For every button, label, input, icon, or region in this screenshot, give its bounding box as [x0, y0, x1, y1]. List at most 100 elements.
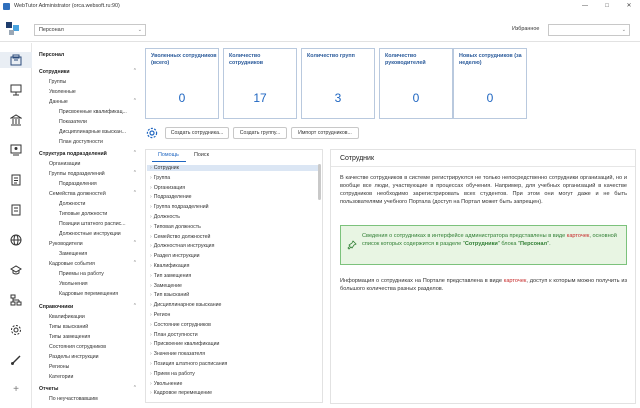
help-list-item[interactable]: › Состояние сотрудников: [150, 322, 211, 328]
help-list-item[interactable]: › Квалификация: [150, 263, 189, 269]
help-list-item[interactable]: › Раздел инструкции: [150, 253, 200, 259]
tree-item-penalty-types[interactable]: Типы взысканий: [49, 324, 88, 330]
tree-item-instruction-sections[interactable]: Разделы инструкции: [49, 354, 99, 360]
cards-link[interactable]: карточек: [567, 233, 590, 239]
stat-card-new-employees[interactable]: Новых сотрудников (за неделю) 0: [453, 48, 527, 119]
cards-link-2[interactable]: карточек: [504, 278, 527, 284]
tree-item-indicators[interactable]: Показатели: [59, 119, 87, 125]
help-list-item-label: Присвоение квалификации: [153, 341, 220, 348]
help-list-item[interactable]: › Типовая должность: [150, 224, 201, 230]
maximize-icon[interactable]: □: [596, 0, 618, 12]
minimize-icon[interactable]: —: [574, 0, 596, 12]
tree-item-nonparticipants[interactable]: По неучастовавшим: [49, 396, 98, 402]
chevron-up-icon[interactable]: ⌃: [133, 303, 137, 309]
stat-card-managers[interactable]: Количество руководителей 0: [379, 48, 453, 119]
tree-group-position-families[interactable]: Семейства должностей: [49, 191, 106, 197]
tree-section-employees[interactable]: Сотрудники: [39, 69, 70, 75]
tree-item-typical-positions[interactable]: Типовые должности: [59, 211, 107, 217]
help-list-item[interactable]: › Тип замещения: [150, 273, 191, 279]
tree-group-subdivision-groups[interactable]: Группы подразделений: [49, 171, 105, 177]
create-group-button[interactable]: Создать группу...: [233, 127, 287, 139]
tree-item-dismissed[interactable]: Уволенные: [49, 89, 76, 95]
tree-group-managers[interactable]: Руководители: [49, 241, 83, 247]
personnel-block-link[interactable]: Персонал: [520, 241, 547, 247]
rail-monitor-user-icon[interactable]: [7, 142, 25, 158]
rail-settings-icon[interactable]: [7, 322, 25, 338]
tree-section-reports[interactable]: Отчеты: [39, 386, 58, 392]
tab-help[interactable]: Помощь: [158, 152, 179, 158]
stat-card-groups[interactable]: Количество групп 3: [301, 48, 375, 119]
tree-item-subdivisions[interactable]: Подразделения: [59, 181, 97, 187]
help-list-item[interactable]: › Увольнение: [150, 381, 182, 387]
tree-item-disciplinary[interactable]: Дисциплинарные взыскан...: [59, 129, 126, 135]
rail-document-icon[interactable]: [7, 202, 25, 218]
help-list-item[interactable]: › Семейство должностей: [150, 234, 210, 240]
import-employees-button[interactable]: Импорт сотрудников...: [291, 127, 359, 139]
tree-item-employee-states[interactable]: Состояния сотрудников: [49, 344, 106, 350]
chevron-up-icon[interactable]: ⌃: [133, 385, 137, 391]
stat-card-dismissed[interactable]: Уволенных сотрудников (всего) 0: [145, 48, 219, 119]
help-list-item[interactable]: › Позиция штатного расписания: [150, 361, 227, 367]
help-list-item[interactable]: › Группа подразделений: [150, 204, 209, 210]
help-list-item[interactable]: › Кадровое перемещение: [150, 390, 212, 396]
tree-section-structure[interactable]: Структура подразделений: [39, 151, 107, 157]
help-list-item[interactable]: › Тип взысканий: [150, 292, 189, 298]
favorites-select[interactable]: ⌄: [548, 24, 630, 36]
rail-graduation-cap-icon[interactable]: [7, 262, 25, 278]
stat-card-employees[interactable]: Количество сотрудников 17: [223, 48, 297, 119]
scrollbar[interactable]: [318, 164, 321, 200]
tree-item-regions[interactable]: Регионы: [49, 364, 69, 370]
close-icon[interactable]: ✕: [618, 0, 640, 12]
tree-item-staff-positions[interactable]: Позиции штатного распис...: [59, 221, 126, 227]
rail-personnel-icon[interactable]: [0, 52, 32, 68]
create-employee-button[interactable]: Создать сотрудника...: [165, 127, 229, 139]
rail-brush-icon[interactable]: [7, 352, 25, 368]
tree-item-groups[interactable]: Группы: [49, 79, 66, 85]
add-icon[interactable]: +: [7, 381, 25, 397]
tree-item-categories[interactable]: Категории: [49, 374, 73, 380]
help-list-item[interactable]: › План доступности: [150, 332, 198, 338]
tree-item-availability-plan[interactable]: План доступности: [59, 139, 103, 145]
tree-item-hirings[interactable]: Приемы на работу: [59, 271, 104, 277]
chevron-up-icon[interactable]: ⌃: [133, 240, 137, 246]
help-list-item[interactable]: › Значение показателя: [150, 351, 205, 357]
settings-gear-icon[interactable]: [146, 127, 158, 139]
rail-globe-icon[interactable]: [7, 232, 25, 248]
tree-item-qualifications[interactable]: Квалификации: [49, 314, 85, 320]
employees-section-link[interactable]: Сотрудники: [465, 241, 498, 247]
tree-item-qualifications-assigned[interactable]: Присвоенные квалификац...: [59, 109, 127, 115]
tree-item-substitution-types[interactable]: Типы замещения: [49, 334, 90, 340]
tab-search[interactable]: Поиск: [194, 152, 209, 158]
help-list-item[interactable]: › Регион: [150, 312, 170, 318]
chevron-up-icon[interactable]: ⌃: [133, 190, 137, 196]
help-list-item[interactable]: › Дисциплинарное взыскание: [150, 302, 221, 308]
tree-item-organizations[interactable]: Организации: [49, 161, 80, 167]
help-list-item[interactable]: › Группа: [150, 175, 170, 181]
section-select[interactable]: Персонал ⌄: [34, 24, 146, 36]
chevron-up-icon[interactable]: ⌃: [133, 150, 137, 156]
rail-org-chart-icon[interactable]: [7, 292, 25, 308]
help-list-item[interactable]: › Замещение: [150, 283, 182, 289]
tree-item-dismissals[interactable]: Увольнения: [59, 281, 88, 287]
tree-group-data[interactable]: Данные: [49, 99, 68, 105]
help-list-item[interactable]: › Прием на работу: [150, 371, 195, 377]
tree-item-transfers[interactable]: Кадровые перемещения: [59, 291, 118, 297]
tree-item-positions[interactable]: Должности: [59, 201, 85, 207]
help-list-item[interactable]: › Должностная инструкция: [150, 243, 214, 249]
help-list-item[interactable]: › Организация: [150, 185, 185, 191]
chevron-up-icon[interactable]: ⌃: [133, 260, 137, 266]
tree-section-references[interactable]: Справочники: [39, 304, 73, 310]
chevron-up-icon[interactable]: ⌃: [133, 170, 137, 176]
rail-presentation-icon[interactable]: [7, 82, 25, 98]
rail-bank-icon[interactable]: [7, 112, 25, 128]
rail-checklist-icon[interactable]: [7, 172, 25, 188]
help-list-item[interactable]: › Присвоение квалификации: [150, 341, 219, 347]
help-list-item[interactable]: › Должность: [150, 214, 180, 220]
tree-group-hr-events[interactable]: Кадровые события: [49, 261, 95, 267]
help-list-item[interactable]: › Подразделение: [150, 194, 192, 200]
help-list-item[interactable]: › Сотрудник: [147, 165, 319, 171]
chevron-up-icon[interactable]: ⌃: [133, 68, 137, 74]
chevron-up-icon[interactable]: ⌃: [133, 98, 137, 104]
tree-item-substitutions[interactable]: Замещения: [59, 251, 87, 257]
tree-item-job-instructions[interactable]: Должностные инструкции: [59, 231, 121, 237]
